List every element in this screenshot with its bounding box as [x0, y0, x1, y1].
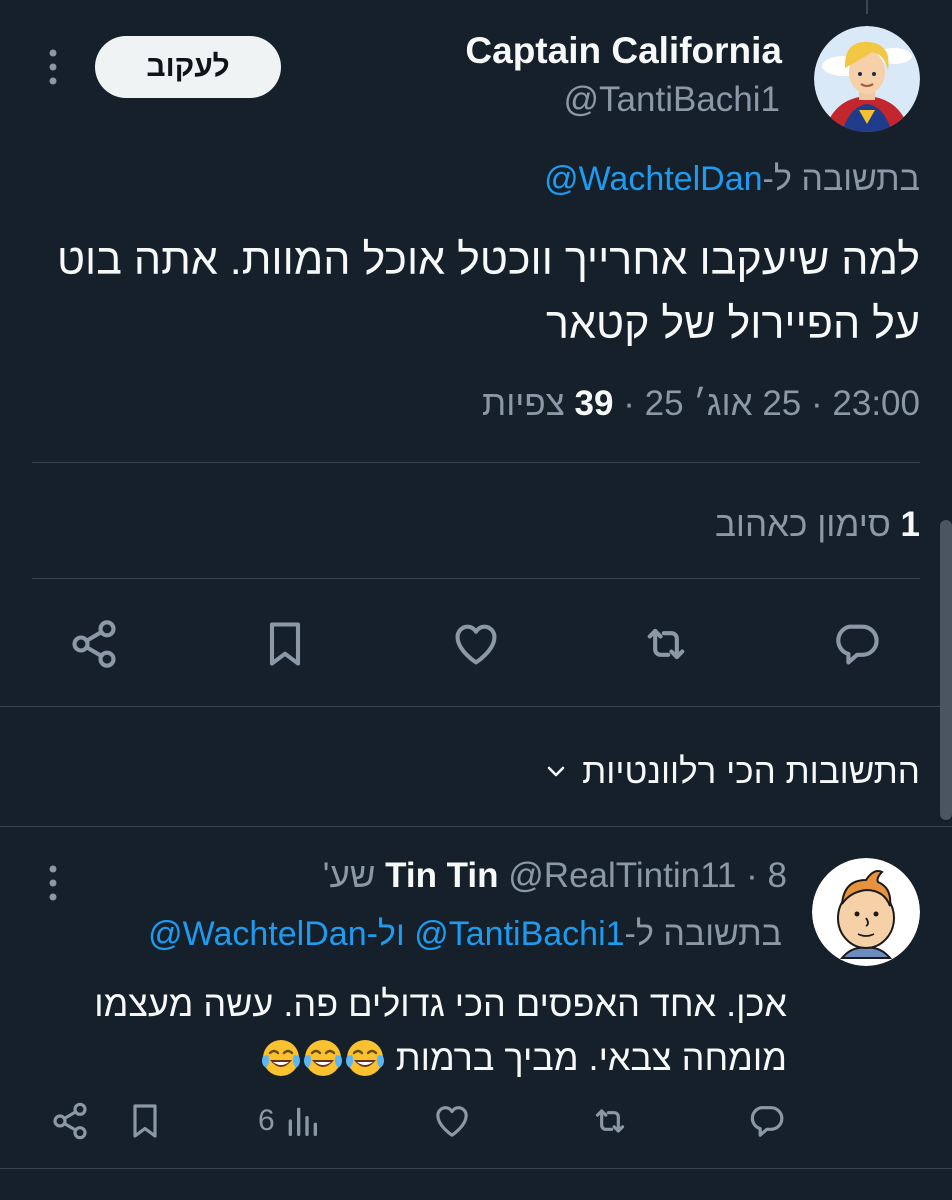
views-count: 39 — [574, 384, 614, 423]
views-label: צפיות — [482, 384, 565, 423]
more-options-icon[interactable] — [38, 44, 68, 90]
author-display-name[interactable]: Captain California — [465, 30, 782, 72]
divider — [0, 1168, 952, 1169]
reply-to-prefix: בתשובה ל- — [624, 915, 782, 953]
tweet-meta-line: 23:00 · 25 אוג׳ 25 · 39 צפיות — [482, 384, 920, 423]
views-icon[interactable] — [282, 1101, 322, 1141]
replies-sort-dropdown[interactable]: התשובות הכי רלוונטיות — [544, 752, 920, 792]
bookmark-icon[interactable] — [125, 1101, 165, 1141]
divider — [0, 826, 952, 827]
reply-author-display-name[interactable]: Tin Tin — [385, 856, 498, 895]
reply-to-line: בתשובה ל-@TantiBachi1 ול-@WachtelDan — [148, 915, 782, 954]
reply-author-handle[interactable]: @RealTintin11 — [508, 856, 736, 895]
face-with-tears-of-joy-icon — [303, 1038, 343, 1078]
divider — [0, 706, 952, 707]
divider — [32, 578, 920, 579]
reply-to-line: בתשובה ל-@WachtelDan — [544, 160, 920, 199]
share-icon[interactable] — [50, 1101, 90, 1141]
reply-to-connector: ול- — [366, 915, 405, 953]
replies-sort-label: התשובות הכי רלוונטיות — [582, 752, 920, 791]
scrollbar[interactable] — [940, 520, 952, 820]
thread-connector-line — [866, 0, 868, 14]
avatar-tin-tin[interactable] — [812, 858, 920, 966]
reply-to-handle-link[interactable]: @TantiBachi1 — [414, 915, 624, 953]
tweet-date[interactable]: 25 אוג׳ 25 — [645, 384, 802, 423]
follow-button[interactable]: לעקוב — [95, 36, 281, 98]
reply-to-handle-link[interactable]: @WachtelDan — [544, 160, 762, 198]
more-options-icon[interactable] — [38, 860, 68, 906]
retweet-icon[interactable] — [640, 618, 692, 670]
like-icon[interactable] — [432, 1101, 472, 1141]
tweet-time[interactable]: 23:00 — [832, 384, 920, 423]
likes-label: סימון כאהוב — [714, 505, 891, 544]
chevron-down-icon — [544, 752, 568, 792]
reply-body-text: אכן. אחד האפסים הכי גדולים פה. עשה מעצמו… — [94, 983, 787, 1078]
reply-body: אכן. אחד האפסים הכי גדולים פה. עשה מעצמו… — [27, 977, 787, 1085]
divider — [32, 462, 920, 463]
reply-to-handle-link[interactable]: @WachtelDan — [148, 915, 366, 953]
bookmark-icon[interactable] — [259, 618, 311, 670]
likes-count: 1 — [900, 505, 920, 544]
reply-to-prefix: בתשובה ל- — [762, 160, 920, 198]
reply-icon[interactable] — [830, 618, 882, 670]
reply-header: Tin Tin @RealTintin11 · 8 שע' — [322, 856, 787, 895]
share-icon[interactable] — [68, 618, 120, 670]
face-with-tears-of-joy-icon — [261, 1038, 301, 1078]
likes-summary[interactable]: 1 סימון כאהוב — [715, 505, 920, 545]
avatar-captain-california[interactable] — [814, 26, 920, 132]
retweet-icon[interactable] — [590, 1101, 630, 1141]
reply-icon[interactable] — [746, 1101, 786, 1141]
like-icon[interactable] — [450, 618, 502, 670]
author-handle[interactable]: @TantiBachi1 — [564, 80, 780, 120]
reply-views-count: 6 — [258, 1104, 275, 1137]
tweet-body-text: למה שיעקבו אחרייך ווכטל אוכל המוות. אתה … — [56, 236, 920, 348]
face-with-tears-of-joy-icon — [345, 1038, 385, 1078]
